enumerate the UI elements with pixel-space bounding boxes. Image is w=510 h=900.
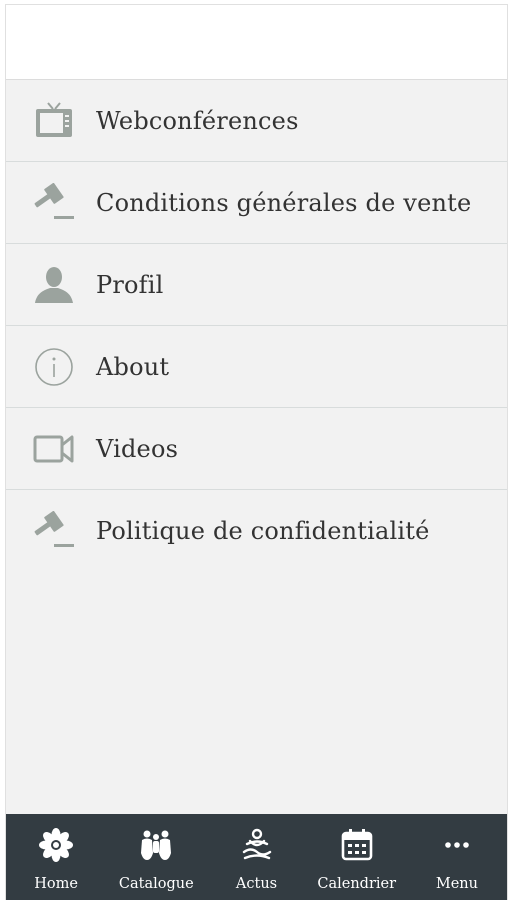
meditation-icon bbox=[238, 826, 276, 864]
tab-calendrier[interactable]: Calendrier bbox=[307, 814, 407, 900]
menu-item-conditions[interactable]: Conditions générales de vente bbox=[6, 162, 507, 244]
more-dots-icon bbox=[438, 826, 476, 864]
menu-item-label: Conditions générales de vente bbox=[96, 188, 472, 217]
calendar-icon bbox=[338, 826, 376, 864]
tab-actus[interactable]: Actus bbox=[206, 814, 306, 900]
bottom-tab-bar: Home Catalogue Actus Calendrier Menu bbox=[6, 814, 507, 900]
tab-label: Home bbox=[34, 876, 78, 892]
menu-item-label: Politique de confidentialité bbox=[96, 517, 430, 545]
catalogue-icon bbox=[137, 826, 175, 864]
tab-label: Calendrier bbox=[317, 876, 397, 892]
gavel-icon bbox=[30, 179, 78, 227]
tab-label: Menu bbox=[435, 876, 478, 892]
user-icon bbox=[30, 261, 78, 309]
tab-catalogue[interactable]: Catalogue bbox=[106, 814, 206, 900]
menu-item-webconferences[interactable]: Webconférences bbox=[6, 80, 507, 162]
app-screen: Webconférences Conditions générales de v… bbox=[5, 4, 508, 900]
menu-item-videos[interactable]: Videos bbox=[6, 408, 507, 490]
menu-item-label: About bbox=[96, 352, 170, 381]
info-icon bbox=[30, 343, 78, 391]
menu-item-politique[interactable]: Politique de confidentialité bbox=[6, 490, 507, 572]
tab-home[interactable]: Home bbox=[6, 814, 106, 900]
menu-item-label: Profil bbox=[96, 270, 164, 299]
video-camera-icon bbox=[30, 425, 78, 473]
tab-label: Actus bbox=[235, 876, 278, 892]
menu-item-label: Videos bbox=[96, 434, 179, 463]
tv-icon bbox=[30, 97, 78, 145]
app-header bbox=[6, 5, 507, 80]
gavel-icon bbox=[30, 507, 78, 555]
menu-item-profil[interactable]: Profil bbox=[6, 244, 507, 326]
tab-menu[interactable]: Menu bbox=[407, 814, 507, 900]
menu-item-label: Webconférences bbox=[96, 106, 299, 135]
side-menu-list: Webconférences Conditions générales de v… bbox=[6, 80, 507, 572]
flower-icon bbox=[37, 826, 75, 864]
menu-item-about[interactable]: About bbox=[6, 326, 507, 408]
tab-label: Catalogue bbox=[118, 876, 194, 892]
